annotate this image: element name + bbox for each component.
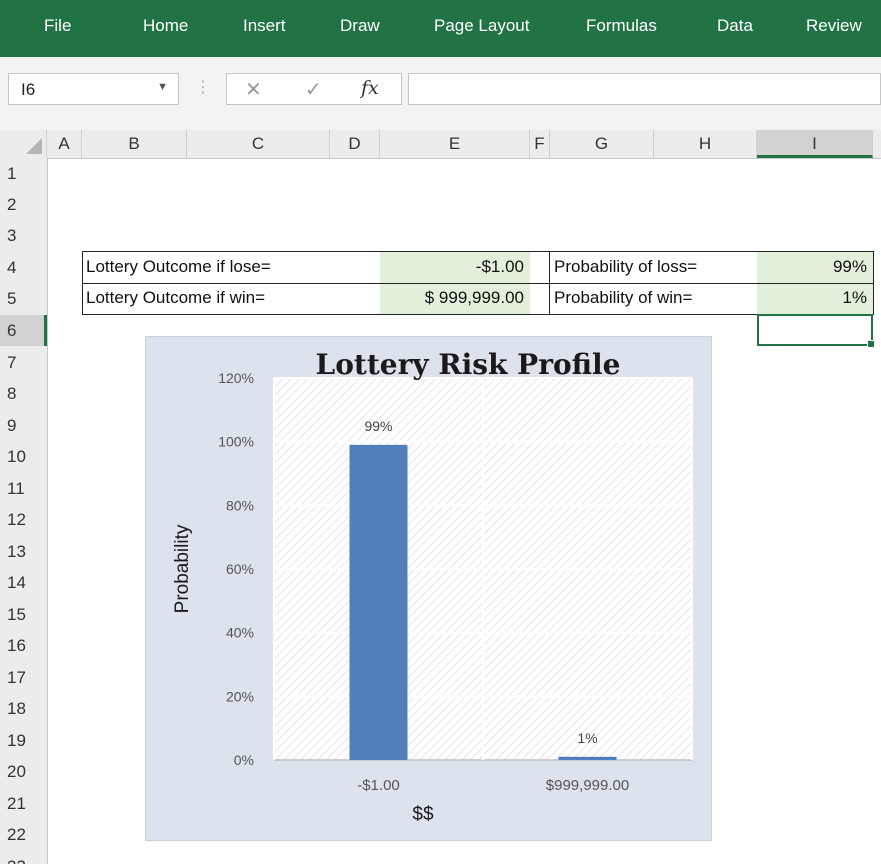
y-axis-label: Probability <box>172 524 193 613</box>
column-header-f[interactable]: F <box>530 130 550 158</box>
table-border-center <box>549 251 550 315</box>
y-tick-label: 100% <box>218 434 254 450</box>
bar-0[interactable] <box>349 444 408 760</box>
y-tick-label: 80% <box>226 497 254 513</box>
y-tick-label: 0% <box>234 752 254 768</box>
cell-e5[interactable]: $ 999,999.00 <box>380 283 530 314</box>
y-tick-label: 120% <box>218 370 254 386</box>
cell-b4[interactable]: Lottery Outcome if lose= <box>82 252 380 283</box>
ribbon-tab-bar: File Home Insert Draw Page Layout Formul… <box>0 0 881 57</box>
column-header-e[interactable]: E <box>380 130 530 158</box>
tab-review[interactable]: Review <box>806 16 862 36</box>
bar-1[interactable] <box>558 756 617 760</box>
row-header-8[interactable]: 8 <box>0 378 47 409</box>
formula-buttons: ✕ ✓ fx <box>226 73 402 105</box>
y-tick-label: 60% <box>226 561 254 577</box>
row-header-19[interactable]: 19 <box>0 725 47 756</box>
cell-b5[interactable]: Lottery Outcome if win= <box>82 283 380 314</box>
row-header-16[interactable]: 16 <box>0 630 47 661</box>
tab-home[interactable]: Home <box>143 16 188 36</box>
x-tick-label-0: -$1.00 <box>357 777 400 794</box>
row-header-23[interactable]: 23 <box>0 851 47 864</box>
cell-g5[interactable]: Probability of win= <box>550 283 757 314</box>
tab-formulas[interactable]: Formulas <box>586 16 657 36</box>
column-header-b[interactable]: B <box>82 130 187 158</box>
insert-function-icon[interactable]: fx <box>361 77 379 99</box>
row-header-1[interactable]: 1 <box>0 158 47 189</box>
drag-handle-icon[interactable]: ⋮ <box>195 77 211 97</box>
row-header-3[interactable]: 3 <box>0 220 47 251</box>
selected-cell-i6[interactable] <box>757 314 875 348</box>
y-axis-ticks: 0% 20% 40% 60% 80% 100% 120% <box>218 370 254 768</box>
column-headers: A B C D E F G H I <box>0 130 881 159</box>
table-border-left <box>82 251 83 315</box>
row-header-22[interactable]: 22 <box>0 819 47 850</box>
cell-g4[interactable]: Probability of loss= <box>550 252 757 283</box>
fill-handle[interactable] <box>867 340 875 348</box>
row-header-18[interactable]: 18 <box>0 693 47 724</box>
name-box-value: I6 <box>21 80 36 99</box>
y-tick-label: 40% <box>226 625 254 641</box>
row-header-21[interactable]: 21 <box>0 788 47 819</box>
cell-i4[interactable]: 99% <box>757 252 873 283</box>
table-border-top <box>82 251 873 252</box>
formula-input[interactable] <box>408 73 881 105</box>
select-all-button[interactable] <box>0 130 47 158</box>
table-border-mid <box>82 283 873 284</box>
column-header-a[interactable]: A <box>47 130 82 158</box>
row-headers: 1 2 3 4 5 6 7 8 9 10 11 12 13 14 15 16 1… <box>0 158 48 864</box>
row-header-20[interactable]: 20 <box>0 756 47 787</box>
tab-insert[interactable]: Insert <box>243 16 286 36</box>
row-header-11[interactable]: 11 <box>0 473 47 504</box>
row-header-15[interactable]: 15 <box>0 599 47 630</box>
cell-i5[interactable]: 1% <box>757 283 873 314</box>
select-all-triangle-icon <box>26 138 42 154</box>
cell-e4[interactable]: -$1.00 <box>380 252 530 283</box>
row-header-7[interactable]: 7 <box>0 347 47 378</box>
chart-lottery-risk-profile[interactable]: 0% 20% 40% 60% 80% 100% 120% 99% 1% -$1.00 $999,… <box>145 336 712 841</box>
table-border-right <box>873 251 874 315</box>
row-header-14[interactable]: 14 <box>0 567 47 598</box>
column-header-g[interactable]: G <box>550 130 654 158</box>
table-border-bottom <box>82 314 873 315</box>
chart-svg: 0% 20% 40% 60% 80% 100% 120% 99% 1% -$1.00 $999,… <box>172 348 693 825</box>
row-header-5[interactable]: 5 <box>0 283 47 314</box>
column-header-c[interactable]: C <box>187 130 330 158</box>
chart-title: Lottery Risk Profile <box>316 348 621 381</box>
tab-data[interactable]: Data <box>717 16 753 36</box>
column-header-h[interactable]: H <box>654 130 757 158</box>
data-label-0: 99% <box>364 418 392 434</box>
x-axis-label: $$ <box>412 804 434 825</box>
tab-page-layout[interactable]: Page Layout <box>434 16 529 36</box>
row-header-6[interactable]: 6 <box>0 315 47 346</box>
formula-bar-area: I6 ▼ ⋮ ✕ ✓ fx <box>0 57 881 130</box>
cancel-icon[interactable]: ✕ <box>245 77 262 102</box>
row-header-2[interactable]: 2 <box>0 189 47 220</box>
x-tick-label-1: $999,999.00 <box>546 777 629 794</box>
row-header-13[interactable]: 13 <box>0 536 47 567</box>
x-axis-ticks: -$1.00 $999,999.00 <box>357 777 629 794</box>
row-header-12[interactable]: 12 <box>0 504 47 535</box>
check-icon[interactable]: ✓ <box>305 77 322 102</box>
tab-file[interactable]: File <box>44 16 71 36</box>
row-header-9[interactable]: 9 <box>0 410 47 441</box>
column-header-i[interactable]: I <box>757 130 873 158</box>
row-header-4[interactable]: 4 <box>0 252 47 283</box>
y-tick-label: 20% <box>226 688 254 704</box>
data-label-1: 1% <box>577 730 597 746</box>
tab-draw[interactable]: Draw <box>340 16 380 36</box>
name-box[interactable]: I6 ▼ <box>8 73 179 105</box>
column-header-d[interactable]: D <box>330 130 380 158</box>
chevron-down-icon[interactable]: ▼ <box>157 81 168 93</box>
row-header-10[interactable]: 10 <box>0 441 47 472</box>
row-header-17[interactable]: 17 <box>0 662 47 693</box>
